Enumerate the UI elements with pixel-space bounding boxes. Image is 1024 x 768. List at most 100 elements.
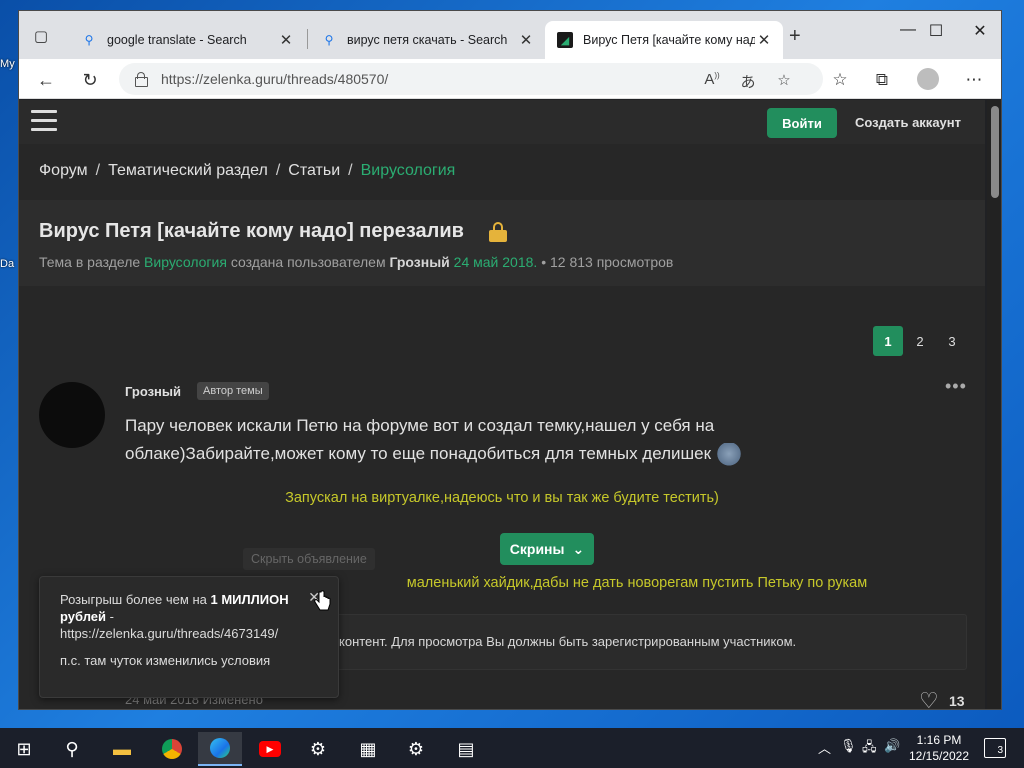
giveaway-notice-popup: ✕ Розыгрыш более чем на 1 МИЛЛИОН рублей…	[39, 576, 339, 698]
login-button[interactable]: Войти	[767, 108, 837, 138]
store-icon[interactable]: ▦	[346, 732, 390, 766]
breadcrumb-thematic[interactable]: Тематический раздел	[108, 162, 268, 180]
file-explorer-icon[interactable]: ▬	[100, 732, 144, 766]
hand-cursor-icon	[314, 590, 331, 611]
tab-zelenka-active[interactable]: ◢ Вирус Петя [качайте кому надо ✕	[545, 21, 783, 59]
close-icon[interactable]: ✕	[517, 31, 535, 49]
clock-date: 12/15/2022	[908, 749, 970, 763]
meta-section-link[interactable]: Вирусология	[144, 254, 227, 270]
tab-actions-icon[interactable]: ▢	[27, 23, 55, 49]
favorite-add-icon[interactable]: ☆	[773, 71, 795, 89]
refresh-icon[interactable]: ↻	[77, 67, 103, 93]
spoiler-label: Скрины	[509, 541, 565, 557]
new-tab-button[interactable]: +	[789, 25, 801, 48]
breadcrumb: Форум / Тематический раздел / Статьи / В…	[39, 162, 455, 180]
popup-line-1: Розыгрыш более чем на 1 МИЛЛИОН рублей -…	[60, 591, 318, 642]
maximize-icon[interactable]: ☐	[913, 21, 959, 41]
closed-lock-icon	[489, 222, 507, 242]
screenshots-spoiler-button[interactable]: Скрины ⌄	[500, 533, 594, 565]
windows-start-icon[interactable]: ⊞	[2, 732, 46, 766]
tab-separator	[307, 29, 308, 49]
page-1[interactable]: 1	[873, 326, 903, 356]
hide-ad-button[interactable]: Скрыть объявление	[243, 548, 375, 570]
like-count: 13	[949, 693, 965, 709]
web-page: Войти Создать аккаунт Форум / Тематическ…	[19, 100, 985, 709]
chevron-down-icon: ⌄	[572, 540, 585, 557]
notification-center-icon[interactable]: 3	[984, 738, 1006, 758]
post-author[interactable]: Грозный	[125, 384, 181, 399]
read-aloud-icon[interactable]: A))	[701, 71, 723, 88]
meta-prefix: Тема в разделе	[39, 254, 141, 270]
post-note-1: Запускал на виртуалке,надеюсь что и вы т…	[285, 490, 719, 506]
zelenka-icon: ◢	[557, 32, 573, 48]
close-icon[interactable]: ✕	[755, 31, 773, 49]
steam-icon[interactable]: ⚙	[296, 732, 340, 766]
volume-icon[interactable]: 🔊	[884, 738, 900, 754]
settings-gear-icon[interactable]: ⚙	[394, 732, 438, 766]
tab-strip: ▢ ⚲ google translate - Search ✕ ⚲ вирус …	[19, 11, 1001, 59]
search-icon: ⚲	[84, 33, 94, 47]
popup-line-2: п.с. там чуток изменились условия	[60, 653, 271, 668]
tab-virus-search[interactable]: ⚲ вирус петя скачать - Search ✕	[309, 21, 545, 59]
hidden-content-notice: контент. Для просмотра Вы должны быть за…	[339, 634, 797, 649]
more-options-icon[interactable]: ⋯	[961, 67, 987, 93]
thread-header: Вирус Петя [качайте кому надо] перезалив…	[19, 200, 985, 286]
translate-icon[interactable]: あ	[737, 71, 759, 92]
breadcrumb-articles[interactable]: Статьи	[288, 162, 340, 180]
edge-icon[interactable]	[198, 732, 242, 766]
menu-icon[interactable]	[31, 110, 57, 132]
popup-prefix: Розыгрыш более чем на	[60, 592, 207, 607]
back-arrow-icon[interactable]: ←	[33, 67, 59, 93]
chevron-up-icon[interactable]: ︿	[818, 738, 831, 757]
ghost-emoji-icon	[715, 442, 744, 467]
lock-icon[interactable]	[135, 72, 148, 87]
profile-avatar[interactable]	[917, 68, 939, 90]
post-menu-icon[interactable]: •••	[945, 376, 967, 397]
post-text: Пару человек искали Петю на форуме вот и…	[125, 412, 845, 468]
meta-mid: создана пользователем	[230, 254, 386, 270]
breadcrumb-separator: /	[348, 162, 353, 179]
page-3[interactable]: 3	[937, 326, 967, 356]
breadcrumb-separator: /	[95, 162, 101, 179]
app-icon[interactable]: ▤	[444, 732, 488, 766]
system-clock[interactable]: 1:16 PM 12/15/2022	[904, 732, 974, 764]
browser-window: ▢ ⚲ google translate - Search ✕ ⚲ вирус …	[18, 10, 1002, 710]
meta-date[interactable]: 24 май 2018.	[454, 254, 538, 270]
network-icon[interactable]: 🖧	[862, 738, 877, 760]
taskbar: ⊞ ⚲ ▬ ▶ ⚙ ▦ ⚙ ▤ ︿ 🎙 🖧 🔊 1:16 PM 12/15/20…	[0, 728, 1024, 768]
breadcrumb-virology[interactable]: Вирусология	[361, 162, 456, 180]
search-icon[interactable]: ⚲	[50, 732, 94, 766]
address-bar[interactable]: https://zelenka.guru/threads/480570/ A))…	[119, 63, 823, 95]
site-header: Войти Создать аккаунт	[19, 100, 985, 144]
popup-link[interactable]: https://zelenka.guru/threads/4673149/	[60, 626, 278, 641]
desktop-label-2[interactable]: Da	[0, 258, 14, 270]
youtube-icon[interactable]: ▶	[248, 732, 292, 766]
page-2[interactable]: 2	[905, 326, 935, 356]
search-icon: ⚲	[324, 33, 334, 47]
signup-link[interactable]: Создать аккаунт	[855, 115, 961, 130]
post-body: Пару человек искали Петю на форуме вот и…	[125, 416, 715, 463]
page-scrollbar[interactable]	[987, 100, 1001, 709]
heart-icon[interactable]: ♡	[919, 688, 939, 709]
tab-title: вирус петя скачать - Search	[347, 33, 508, 47]
avatar[interactable]	[39, 382, 105, 448]
thread-title: Вирус Петя [качайте кому надо] перезалив	[39, 220, 464, 242]
popup-suffix: -	[106, 609, 114, 624]
meta-views: • 12 813 просмотров	[541, 254, 674, 270]
thread-meta: Тема в разделе Вирусология создана польз…	[39, 254, 673, 270]
tab-google-translate[interactable]: ⚲ google translate - Search ✕	[69, 21, 305, 59]
close-window-icon[interactable]: ✕	[957, 21, 1001, 41]
microphone-icon[interactable]: 🎙	[840, 738, 857, 754]
collections-icon[interactable]: ⧉	[869, 67, 895, 93]
close-icon[interactable]: ✕	[277, 31, 295, 49]
desktop-label-1[interactable]: Му	[0, 58, 15, 70]
clock-time: 1:16 PM	[916, 733, 962, 747]
breadcrumb-forum[interactable]: Форум	[39, 162, 88, 180]
meta-author-link[interactable]: Грозный	[389, 254, 449, 270]
tab-title: google translate - Search	[107, 33, 247, 47]
favorites-icon[interactable]: ☆	[827, 67, 853, 93]
url-text[interactable]: https://zelenka.guru/threads/480570/	[161, 71, 388, 87]
scroll-thumb[interactable]	[991, 106, 999, 198]
chrome-icon[interactable]	[150, 732, 194, 766]
breadcrumb-separator: /	[275, 162, 281, 179]
